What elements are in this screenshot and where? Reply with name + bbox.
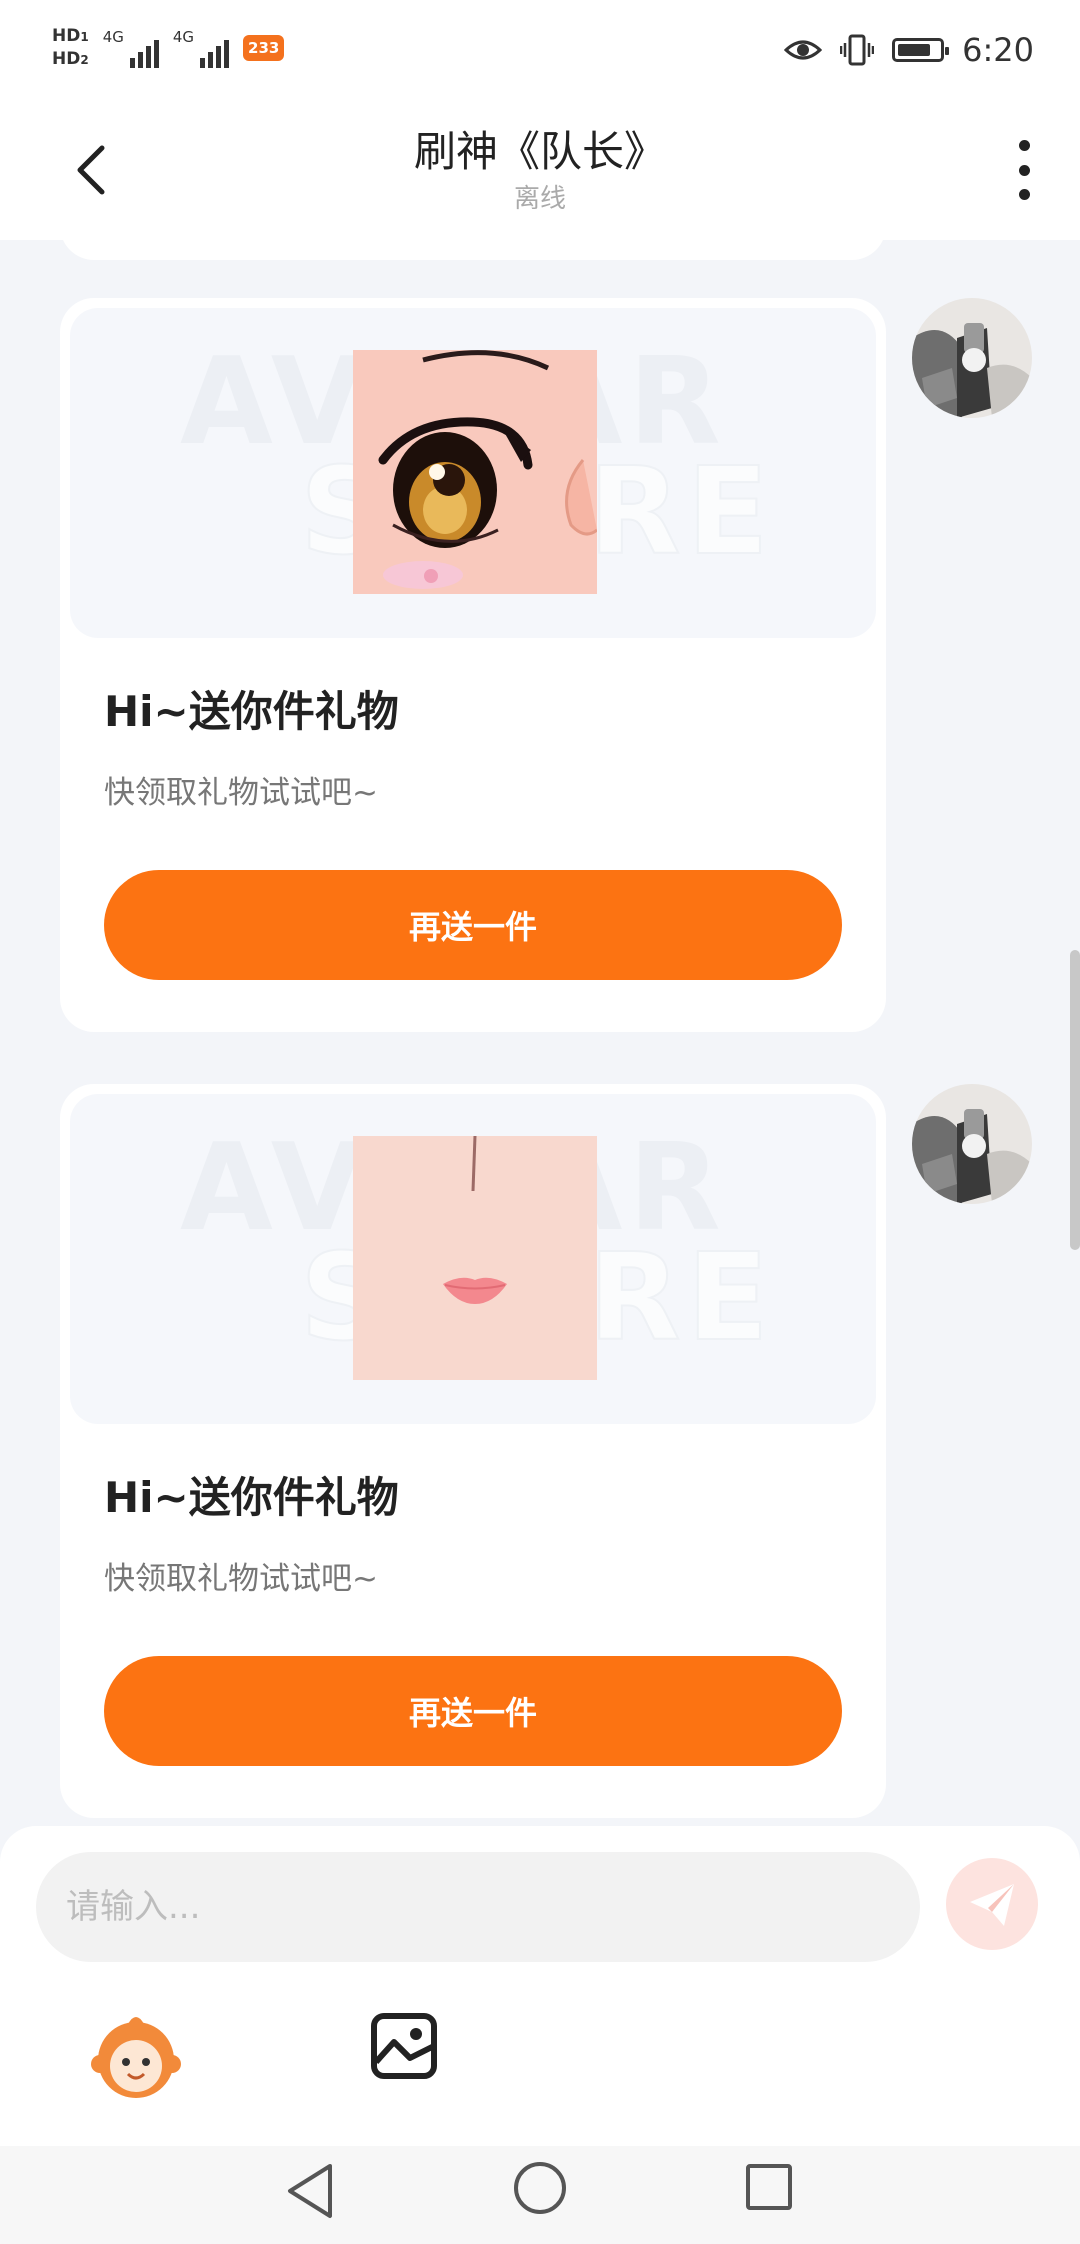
gift-image-area: AVATAR STORE	[70, 1094, 876, 1424]
gift-title: Hi~送你件礼物	[104, 687, 399, 736]
status-bar: HD1 HD2 4G 4G 233 6:20	[0, 0, 1080, 100]
status-bar-left: HD1 HD2 4G 4G 233	[52, 18, 285, 78]
gift-title: Hi~送你件礼物	[104, 1473, 399, 1522]
anime-mouth-image[interactable]	[353, 1136, 597, 1380]
chat-message-list[interactable]: AVATAR STORE	[0, 240, 1080, 1830]
send-another-button[interactable]: 再送一件	[104, 870, 842, 980]
nav-home-icon[interactable]	[514, 2162, 566, 2214]
gift-card: AVATAR STORE	[60, 298, 886, 1032]
nav-recents-icon[interactable]	[746, 2164, 792, 2210]
avatar[interactable]	[912, 1084, 1032, 1204]
hd2-label: HD	[52, 49, 81, 69]
signal-icon: 4G	[103, 28, 159, 68]
gift-message: AVATAR STORE	[60, 298, 886, 1032]
gift-card: AVATAR STORE Hi~送你件礼物 快领取礼物试试吧~ 再送一件	[60, 1084, 886, 1818]
scrollbar-thumb[interactable]	[1070, 950, 1080, 1250]
nav-back-icon[interactable]	[284, 2162, 336, 2220]
user-avatar-image	[912, 298, 1032, 418]
send-another-button[interactable]: 再送一件	[104, 1656, 842, 1766]
hd-indicator: HD1 HD2	[52, 25, 89, 71]
previous-message-card	[60, 240, 886, 260]
hd1-label: HD	[52, 26, 81, 46]
hd2-sub: 2	[80, 53, 89, 67]
anime-eye-image[interactable]	[353, 350, 597, 594]
signal-icon: 4G	[172, 28, 230, 68]
chat-header: 刷神《队长》 离线	[0, 100, 1080, 240]
avatar[interactable]	[912, 298, 1032, 418]
image-icon[interactable]	[370, 2012, 438, 2080]
gift-message: AVATAR STORE Hi~送你件礼物 快领取礼物试试吧~ 再送一件	[60, 1084, 886, 1818]
gift-subtitle: 快领取礼物试试吧~	[104, 775, 378, 811]
system-nav-bar	[0, 2146, 1080, 2244]
page-title: 刷神《队长》	[413, 127, 666, 176]
hd1-sub: 1	[80, 30, 89, 44]
more-vertical-icon[interactable]	[1014, 140, 1034, 200]
gift-subtitle: 快领取礼物试试吧~	[104, 1561, 378, 1597]
eye-icon	[784, 40, 823, 60]
send-icon[interactable]	[946, 1858, 1038, 1950]
gift-image-area: AVATAR STORE	[70, 308, 876, 638]
battery-icon	[892, 38, 950, 62]
network-type-1: 4G	[102, 28, 124, 46]
mascot-emoji-icon[interactable]	[90, 2010, 182, 2102]
message-input[interactable]	[36, 1852, 920, 1962]
message-input-bar	[0, 1826, 1080, 2146]
vibrate-icon	[840, 34, 875, 66]
online-status: 离线	[513, 184, 566, 214]
user-avatar-image	[912, 1084, 1032, 1204]
status-bar-right: 6:20	[784, 22, 1034, 78]
notification-badge: 233	[243, 35, 285, 61]
clock: 6:20	[962, 31, 1034, 69]
network-type-2: 4G	[172, 28, 195, 46]
